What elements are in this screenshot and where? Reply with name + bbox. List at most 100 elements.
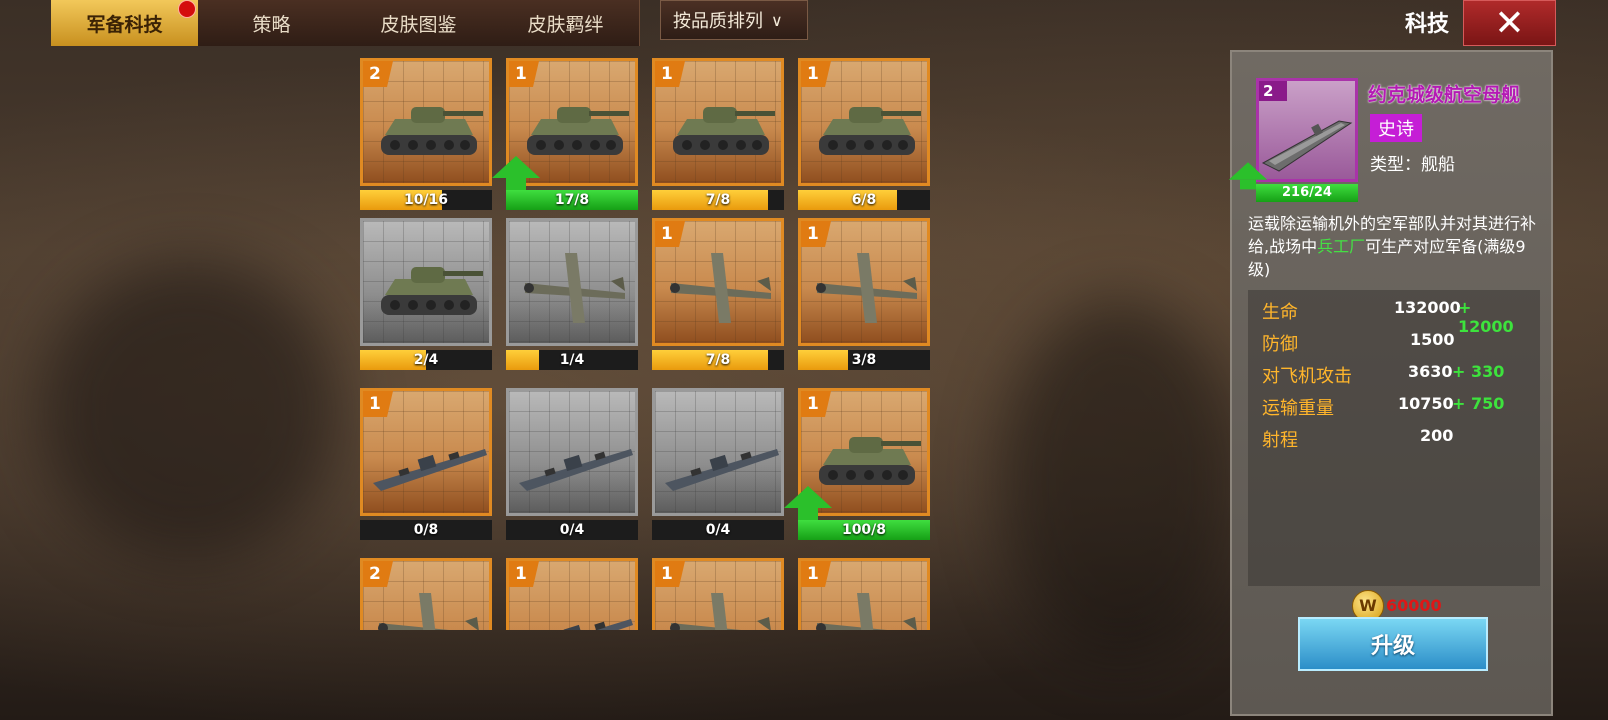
cost-amount: 60000 xyxy=(1386,596,1442,615)
plane-icon xyxy=(378,593,479,630)
stat-value: 1500 xyxy=(1410,330,1455,349)
progress-text: 10/16 xyxy=(403,192,449,208)
unit-card[interactable]: 1 6/8 xyxy=(798,58,930,210)
unit-card[interactable]: 2 10/16 xyxy=(360,58,492,210)
progress-bar: 100/8 xyxy=(798,520,930,540)
tab-skin-bonds[interactable]: 皮肤羁绊 xyxy=(492,0,640,46)
unit-type: 类型：舰船 xyxy=(1370,155,1455,175)
sort-dropdown[interactable]: 按品质排列 ∨ xyxy=(660,0,808,40)
progress-bar: 7/8 xyxy=(652,190,784,210)
plane-icon xyxy=(670,593,771,630)
stat-row: 射程 200 xyxy=(1262,426,1532,452)
tab-military-tech[interactable]: 军备科技 xyxy=(51,0,199,46)
unit-card[interactable]: 1/4 xyxy=(506,218,638,370)
unit-tile[interactable] xyxy=(506,388,638,516)
upgrade-button[interactable]: 升级 xyxy=(1298,617,1488,671)
plane-icon xyxy=(524,253,625,323)
progress-text: 6/8 xyxy=(851,192,877,208)
progress-text: 100/8 xyxy=(841,522,887,538)
progress-text: 7/8 xyxy=(705,192,731,208)
stat-label: 对飞机攻击 xyxy=(1262,366,1352,387)
unit-tile[interactable]: 1 xyxy=(652,558,784,630)
stat-label: 生命 xyxy=(1262,302,1298,323)
unit-card[interactable]: 1 xyxy=(506,558,638,630)
stat-row: 生命 132000 + 12000 xyxy=(1262,298,1532,336)
unit-card[interactable]: 1 17/8 xyxy=(492,58,638,210)
unit-tile[interactable]: 2 xyxy=(360,558,492,630)
notification-dot xyxy=(178,0,196,18)
progress-bar: 3/8 xyxy=(798,350,930,370)
unit-card[interactable]: 0/4 xyxy=(652,388,784,540)
progress-text: 3/8 xyxy=(851,352,877,368)
sort-label: 按品质排列 xyxy=(673,11,763,32)
unit-progress: 216/24 xyxy=(1256,184,1358,202)
progress-text: 0/4 xyxy=(559,522,585,538)
close-button[interactable]: ✕ xyxy=(1463,0,1556,46)
tank-icon xyxy=(673,107,775,155)
tab-label: 策略 xyxy=(252,13,291,36)
close-x-icon: ✕ xyxy=(1494,2,1525,44)
unit-portrait: 2 xyxy=(1256,78,1358,182)
progress-text: 2/4 xyxy=(413,352,439,368)
stat-value: 10750 xyxy=(1398,394,1454,413)
stat-row: 对飞机攻击 3630 + 330 xyxy=(1262,362,1532,388)
top-bar: 军备科技 策略 皮肤图鉴 皮肤羁绊 按品质排列 ∨ 科技 ✕ xyxy=(0,0,1608,48)
plane-icon xyxy=(816,593,917,630)
progress-bar: 2/4 xyxy=(360,350,492,370)
chevron-down-icon: ∨ xyxy=(771,10,783,30)
stat-bonus: + 750 xyxy=(1452,394,1505,413)
stat-value: 3630 xyxy=(1408,362,1453,381)
plane-icon xyxy=(816,253,917,323)
unit-card[interactable]: 0/4 xyxy=(506,388,638,540)
stat-value: 132000 xyxy=(1394,298,1461,317)
stat-bonus: + 330 xyxy=(1452,362,1505,381)
ship-icon xyxy=(563,619,633,630)
progress-bar: 6/8 xyxy=(798,190,930,210)
unit-card[interactable]: 1 7/8 xyxy=(652,218,784,370)
unit-tile[interactable]: 1 xyxy=(360,388,492,516)
unit-card[interactable]: 2/4 xyxy=(360,218,492,370)
unit-card[interactable]: 1 7/8 xyxy=(652,58,784,210)
unit-tile[interactable] xyxy=(506,218,638,346)
unit-tile[interactable]: 1 xyxy=(798,218,930,346)
stat-row: 防御 1500 xyxy=(1262,330,1532,356)
ship-icon xyxy=(373,449,487,491)
unit-tile[interactable]: 2 xyxy=(360,58,492,186)
unit-tile[interactable]: 1 xyxy=(506,558,638,630)
unit-tile[interactable] xyxy=(360,218,492,346)
upgrade-arrow-icon xyxy=(1228,162,1268,190)
tab-label: 皮肤图鉴 xyxy=(380,13,457,36)
unit-tile[interactable]: 1 xyxy=(652,218,784,346)
page-title: 科技 xyxy=(1405,12,1450,37)
progress-bar: 17/8 xyxy=(506,190,638,210)
unit-tile[interactable]: 1 xyxy=(798,558,930,630)
tank-icon xyxy=(381,267,483,315)
unit-tile[interactable] xyxy=(652,388,784,516)
stat-value: 200 xyxy=(1420,426,1454,445)
stat-label: 射程 xyxy=(1262,430,1298,451)
tab-label: 皮肤羁绊 xyxy=(527,13,604,36)
tank-icon xyxy=(819,107,921,155)
unit-level-badge: 2 xyxy=(1259,81,1287,101)
upgrade-arrow-icon xyxy=(492,156,540,190)
ship-icon xyxy=(665,449,779,491)
unit-card[interactable]: 1 0/8 xyxy=(360,388,492,540)
unit-card[interactable]: 2 xyxy=(360,558,492,630)
progress-bar: 0/8 xyxy=(360,520,492,540)
progress-bar: 10/16 xyxy=(360,190,492,210)
detail-panel: 2 216/24 约克城级航空母舰 史诗 类型：舰船 运载除运输机外的空军部队并… xyxy=(1228,50,1553,716)
unit-tile[interactable]: 1 xyxy=(652,58,784,186)
unit-card[interactable]: 1 xyxy=(652,558,784,630)
unit-card[interactable]: 1 xyxy=(798,558,930,630)
unit-card[interactable]: 1 100/8 xyxy=(784,388,930,540)
progress-bar: 7/8 xyxy=(652,350,784,370)
tab-skin-gallery[interactable]: 皮肤图鉴 xyxy=(345,0,493,46)
unit-tile[interactable]: 1 xyxy=(798,58,930,186)
unit-card[interactable]: 1 3/8 xyxy=(798,218,930,370)
quality-badge: 史诗 xyxy=(1370,114,1422,142)
unit-description: 运载除运输机外的空军部队并对其进行补给,战场中兵工厂可生产对应军备(满级9级) xyxy=(1248,212,1544,281)
aircraft-carrier-icon xyxy=(1261,120,1353,172)
progress-bar: 0/4 xyxy=(652,520,784,540)
tab-strategy[interactable]: 策略 xyxy=(198,0,346,46)
unit-grid: 2 10/16 1 17/8 1 7/8 1 6/8 2/4 1/4 1 7/8 1 3/8 1 0/8 0/4… xyxy=(360,58,950,630)
